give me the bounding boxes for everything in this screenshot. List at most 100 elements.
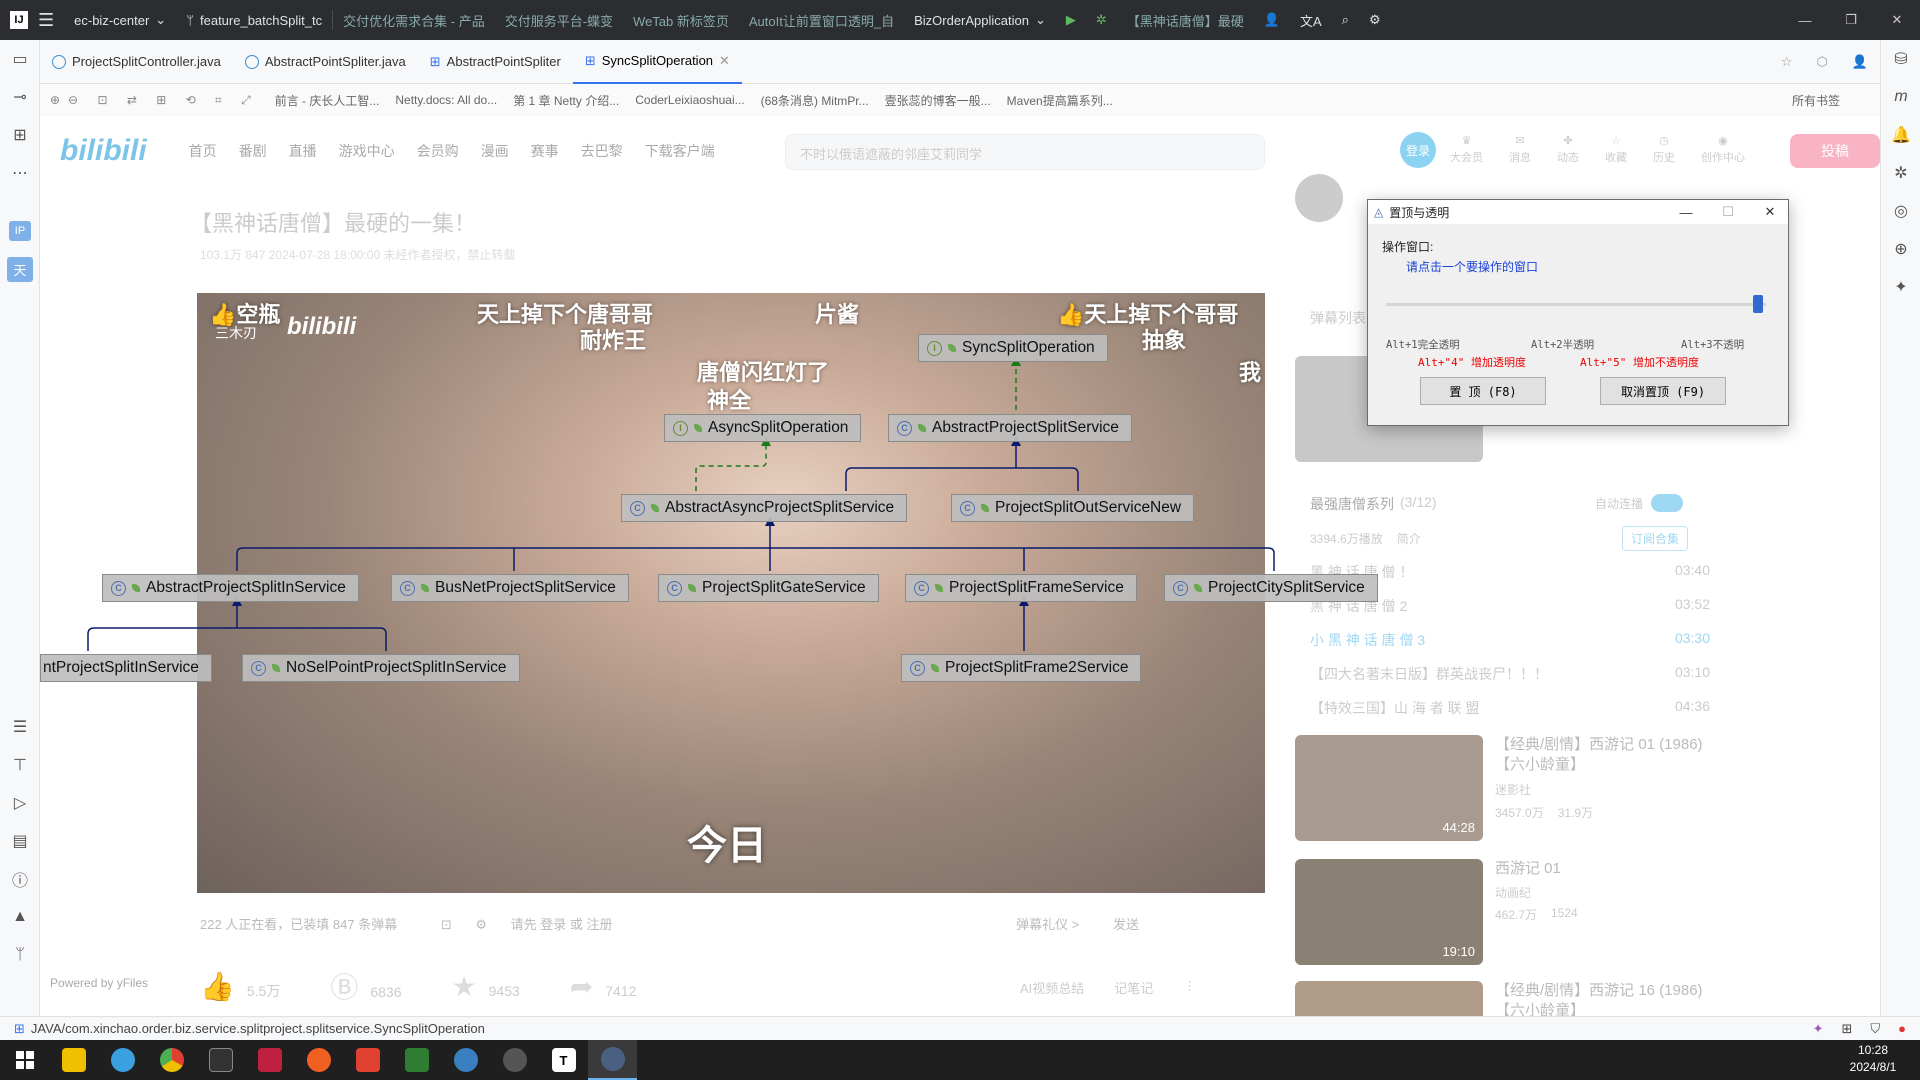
- uploader-avatar[interactable]: [1295, 174, 1343, 222]
- plugin-icon-2[interactable]: ◎: [1881, 192, 1920, 230]
- more-icon[interactable]: ⋯: [0, 154, 40, 192]
- editor-tab-controller[interactable]: ProjectSplitController.java: [40, 40, 233, 84]
- ai-summary-button[interactable]: AI视频总结: [1020, 978, 1084, 997]
- search-icon[interactable]: ⌕: [1332, 0, 1359, 40]
- rec-title[interactable]: 【经典/剧情】西游记 01 (1986) 【六小龄童】: [1495, 735, 1705, 775]
- danmaku-toggle-icon[interactable]: ⊡: [441, 917, 452, 932]
- danmaku-settings-icon[interactable]: ⚙: [475, 917, 487, 932]
- status-error-icon[interactable]: ●: [1898, 1021, 1906, 1036]
- vip-badge-icon[interactable]: IP: [0, 212, 40, 250]
- maximize-button[interactable]: ❐: [1828, 0, 1874, 40]
- messages-nav-icon[interactable]: ✉ 消息: [1509, 134, 1531, 165]
- browser-tab-1[interactable]: 交付优化需求合集 - 产品: [333, 0, 495, 40]
- nav-home[interactable]: 首页: [189, 141, 217, 161]
- episode-item[interactable]: 【四大名著末日版】群英战丧尸！！！ 03:10: [1310, 664, 1710, 684]
- rec-thumbnail[interactable]: [1295, 981, 1483, 1016]
- pin-topmost-button[interactable]: 置 顶 (F8): [1420, 377, 1546, 405]
- bookmark-item[interactable]: Netty.docs: All do...: [395, 93, 497, 107]
- editor-tab-syncsplitoperation[interactable]: ⊞ SyncSplitOperation ✕: [572, 40, 742, 84]
- episode-item-active[interactable]: 小 黑 神 话 唐 僧 3 03:30: [1310, 630, 1710, 650]
- bookmark-item[interactable]: 前言 - 庆长人工智...: [275, 92, 380, 109]
- windows-start-icon[interactable]: [0, 1040, 49, 1080]
- nav-anime[interactable]: 番剧: [239, 141, 267, 161]
- vcs-icon[interactable]: ⊸: [0, 78, 40, 116]
- nav-shop[interactable]: 会员购: [417, 141, 459, 161]
- minimize-button[interactable]: —: [1782, 0, 1828, 40]
- plugin-icon-1[interactable]: ✲: [1881, 154, 1920, 192]
- main-menu-button[interactable]: ☰: [28, 0, 64, 40]
- send-danmaku-button[interactable]: 发送: [1113, 917, 1139, 932]
- close-tab-icon[interactable]: ✕: [719, 53, 730, 69]
- target-window-hint[interactable]: 请点击一个要操作的窗口: [1406, 258, 1538, 275]
- vip-nav-icon[interactable]: ♛ 大会员: [1450, 134, 1483, 165]
- uml-node-syncsplitoperation[interactable]: I SyncSplitOperation: [918, 334, 1108, 362]
- unpin-topmost-button[interactable]: 取消置顶 (F9): [1600, 377, 1726, 405]
- episode-item[interactable]: 【特效三国】山 海 者 联 盟 04:36: [1310, 698, 1710, 718]
- intellij-idea-icon[interactable]: [245, 1040, 294, 1080]
- editor-tab-pointspliter-diagram[interactable]: ⊞ AbstractPointSpliter: [418, 40, 573, 84]
- rec-thumbnail[interactable]: 19:10: [1295, 859, 1483, 965]
- git-icon[interactable]: ᛘ: [0, 936, 40, 974]
- chrome-browser-icon[interactable]: [147, 1040, 196, 1080]
- file-explorer-icon[interactable]: [49, 1040, 98, 1080]
- dialog-minimize-button[interactable]: —: [1668, 200, 1704, 224]
- profile-icon[interactable]: 👤: [1840, 40, 1880, 84]
- translate-icon[interactable]: 文A: [1290, 0, 1332, 40]
- opacity-slider-track[interactable]: [1386, 303, 1766, 306]
- dialog-close-button[interactable]: ✕: [1752, 200, 1788, 224]
- share-button[interactable]: ➦ 7412: [570, 970, 637, 1003]
- close-window-button[interactable]: ✕: [1874, 0, 1920, 40]
- editor-tab-pointspliter-java[interactable]: AbstractPointSpliter.java: [233, 40, 418, 84]
- folder-icon[interactable]: ▭: [0, 40, 40, 78]
- browser-tab-4[interactable]: AutoIt让前置窗口透明_自: [739, 0, 904, 40]
- uml-node-projectsplitframe2service[interactable]: C ProjectSplitFrame2Service: [901, 654, 1142, 682]
- search-input[interactable]: 不时以俄语遮蔽的邻座艾莉同学: [785, 134, 1265, 170]
- opacity-slider-thumb[interactable]: [1753, 295, 1764, 313]
- uml-node-abstractprojectsplitinservice[interactable]: C AbstractProjectSplitInService: [102, 574, 359, 602]
- rec-thumbnail[interactable]: 44:28: [1295, 735, 1483, 841]
- favorite-button[interactable]: ★ 9453: [452, 970, 520, 1003]
- postman-icon[interactable]: [294, 1040, 343, 1080]
- search-app-icon[interactable]: [441, 1040, 490, 1080]
- services-icon[interactable]: ▷: [0, 784, 40, 822]
- uml-node-asyncsplitoperation[interactable]: I AsyncSplitOperation: [664, 414, 862, 442]
- subscribe-button[interactable]: 订阅合集: [1622, 526, 1689, 551]
- branch-selector[interactable]: ᛘ feature_batchSplit_tc: [176, 0, 332, 40]
- status-lock-icon[interactable]: ⛉: [1870, 1021, 1880, 1037]
- rec-title[interactable]: 西游记 01: [1495, 859, 1705, 879]
- bookmark-item[interactable]: 第 1 章 Netty 介绍...: [513, 92, 619, 109]
- bookmark-all[interactable]: 所有书签: [1792, 92, 1840, 109]
- upload-button[interactable]: 投稿: [1790, 134, 1880, 168]
- status-plugin-icon[interactable]: ✦: [1813, 1021, 1824, 1037]
- creator-nav-icon[interactable]: ◉ 创作中心: [1701, 134, 1745, 165]
- system-clock[interactable]: 10:28 2024/8/1: [1830, 1042, 1916, 1076]
- nav-download-client[interactable]: 下载客户端: [645, 141, 715, 161]
- uml-node-abstractprojectsplitservice[interactable]: C AbstractProjectSplitService: [888, 414, 1132, 442]
- notepad-icon[interactable]: [392, 1040, 441, 1080]
- maven-icon[interactable]: m: [1881, 78, 1920, 116]
- uml-node-ntprojectsplitinservice[interactable]: ntProjectSplitInService: [40, 654, 212, 682]
- rec-author[interactable]: 迷影社: [1495, 781, 1531, 798]
- run-button[interactable]: ▶: [1056, 0, 1086, 40]
- debug-button[interactable]: ✲: [1086, 0, 1117, 40]
- typora-icon[interactable]: T: [539, 1040, 588, 1080]
- ai-assistant-icon[interactable]: ✦: [1881, 268, 1920, 306]
- coin-button[interactable]: Ⓑ 6836: [330, 966, 401, 1006]
- settings-gear-icon[interactable]: ⚙: [1359, 0, 1391, 40]
- rec-title[interactable]: 【经典/剧情】西游记 16 (1986) 【六小龄童】: [1495, 981, 1705, 1016]
- add-user-icon[interactable]: 👤: [1254, 0, 1290, 40]
- terminal-icon[interactable]: ▤: [0, 822, 40, 860]
- bookmark-item[interactable]: CoderLeixiaoshuai...: [635, 93, 744, 107]
- problems-icon[interactable]: ⓘ: [0, 860, 40, 898]
- project-selector[interactable]: ec-biz-center ⌄: [64, 0, 176, 40]
- plugin-icon-3[interactable]: ⊕: [1881, 230, 1920, 268]
- run-config-selector[interactable]: BizOrderApplication ⌄: [904, 0, 1056, 40]
- xmind-icon[interactable]: [343, 1040, 392, 1080]
- plugin-badge-icon[interactable]: 天: [0, 250, 40, 288]
- dialog-maximize-button[interactable]: ☐: [1710, 200, 1746, 224]
- danmaku-list-header[interactable]: 弹幕列表: [1310, 308, 1366, 328]
- bilibili-logo[interactable]: bilibili: [60, 134, 147, 168]
- warning-icon[interactable]: ▲: [0, 898, 40, 936]
- more-options-icon[interactable]: ⋮: [1183, 978, 1196, 997]
- notifications-bell-icon[interactable]: 🔔: [1881, 116, 1920, 154]
